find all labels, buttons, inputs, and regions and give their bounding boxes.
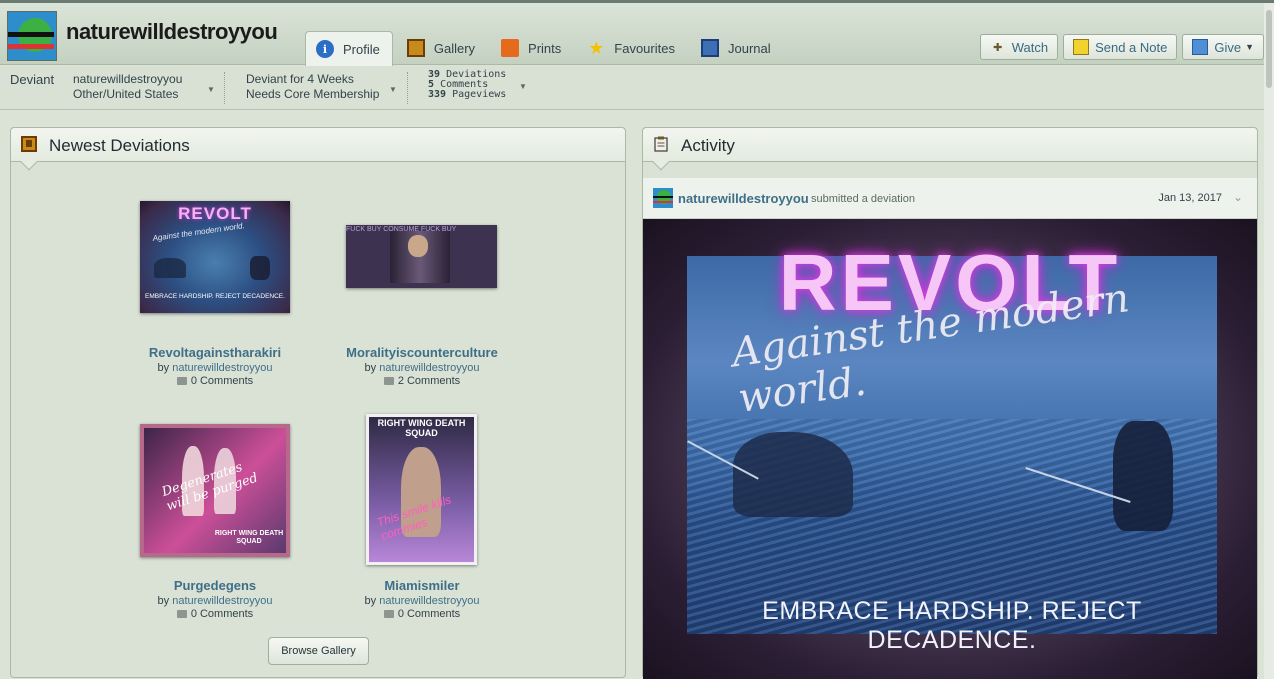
author-link[interactable]: naturewilldestroyyou: [172, 362, 272, 374]
scrollbar-thumb[interactable]: [1266, 10, 1272, 88]
identity-location: Other/United States: [73, 87, 179, 101]
tab-gallery[interactable]: Gallery: [397, 31, 487, 65]
watch-button[interactable]: ✚ Watch: [979, 34, 1059, 60]
deviation-title[interactable]: Miamismiler: [322, 578, 522, 593]
panel-header: Activity: [643, 128, 1257, 171]
author-link[interactable]: naturewilldestroyyou: [379, 595, 479, 607]
comment-count[interactable]: 0 Comments: [398, 608, 460, 620]
comment-count[interactable]: 0 Comments: [191, 608, 253, 620]
pageviews-count: 339: [428, 89, 447, 100]
profile-header: naturewilldestroyyou i Profile Gallery P…: [0, 3, 1274, 66]
deviation-thumbnail[interactable]: Degenerates will be purged RIGHT WING DE…: [140, 424, 290, 557]
info-icon: i: [316, 40, 334, 58]
activity-date: Jan 13, 2017: [1158, 192, 1222, 204]
author-link[interactable]: naturewilldestroyyou: [172, 595, 272, 607]
watch-icon: ✚: [993, 41, 1003, 54]
deviation-card: Purgedegens by naturewilldestroyyou 0 Co…: [115, 578, 315, 620]
deviation-preview-image[interactable]: REVOLT Against the modern world. EMBRACE…: [643, 219, 1257, 679]
chevron-down-icon[interactable]: ⌄: [1233, 190, 1243, 204]
deviation-card: Revoltagainstharakiri by naturewilldestr…: [115, 345, 315, 387]
user-identity-dropdown[interactable]: naturewilldestroyyou Other/United States…: [73, 72, 218, 102]
comment-icon: [176, 377, 187, 385]
comment-icon: [176, 610, 187, 618]
user-avatar[interactable]: [653, 188, 673, 208]
watch-label: Watch: [1011, 39, 1049, 55]
star-icon: ★: [588, 37, 605, 58]
tab-label: Prints: [528, 40, 562, 56]
tab-label: Profile: [343, 41, 380, 57]
deviation-card: Miamismiler by naturewilldestroyyou 0 Co…: [322, 578, 522, 620]
activity-action: submitted a deviation: [811, 193, 915, 205]
identity-name: naturewilldestroyyou: [73, 72, 183, 86]
browse-gallery-button[interactable]: Browse Gallery: [268, 637, 369, 665]
give-button[interactable]: Give ▼: [1182, 34, 1264, 60]
give-label: Give: [1214, 39, 1242, 55]
note-icon: [1073, 39, 1090, 55]
activity-username[interactable]: naturewilldestroyyou: [678, 191, 809, 206]
by-label: by: [364, 362, 377, 374]
by-label: by: [157, 595, 170, 607]
profile-info-bar: Deviant naturewilldestroyyou Other/Unite…: [0, 66, 1274, 110]
profile-username[interactable]: naturewilldestroyyou: [66, 19, 278, 45]
tab-profile[interactable]: i Profile: [305, 31, 393, 66]
deviation-thumbnail[interactable]: FUCK BUY CONSUME FUCK BUY: [346, 225, 497, 288]
panel-header: Newest Deviations: [11, 128, 625, 171]
membership-dropdown[interactable]: Deviant for 4 Weeks Needs Core Membershi…: [246, 72, 401, 102]
deviant-label: Deviant: [10, 72, 55, 87]
tab-prints[interactable]: Prints: [491, 31, 573, 65]
tab-label: Journal: [727, 40, 771, 56]
art-footer: RIGHT WING DEATH SQUAD: [214, 530, 284, 545]
deviation-title[interactable]: Purgedegens: [115, 578, 315, 593]
art-footer: EMBRACE HARDSHIP. REJECT DECADENCE.: [145, 293, 285, 300]
gallery-icon: [21, 136, 37, 152]
by-label: by: [157, 362, 170, 374]
deviation-title[interactable]: Revoltagainstharakiri: [115, 345, 315, 360]
prints-icon: [501, 39, 520, 57]
author-link[interactable]: naturewilldestroyyou: [379, 362, 479, 374]
gift-icon: [1192, 39, 1209, 55]
caret-down-icon: ▼: [389, 85, 397, 94]
deviation-card: Moralityiscounterculture by naturewillde…: [322, 345, 522, 387]
caret-down-icon: ▼: [207, 85, 215, 94]
panel-title: Newest Deviations: [49, 136, 190, 155]
tab-label: Gallery: [433, 40, 476, 56]
newest-deviations-panel: Newest Deviations: [10, 127, 626, 678]
profile-stats[interactable]: 39 Deviations 5 Comments 339 Pageviews: [428, 70, 506, 100]
page-scrollbar[interactable]: [1264, 3, 1274, 679]
journal-icon: [700, 39, 719, 57]
deviation-title[interactable]: Moralityiscounterculture: [322, 345, 522, 360]
art-footer: EMBRACE HARDSHIP. REJECT DECADENCE.: [762, 597, 1142, 654]
tab-favourites[interactable]: ★ Favourites: [577, 31, 687, 65]
clipboard-icon: [654, 136, 668, 152]
gallery-icon: [406, 39, 425, 57]
panel-title: Activity: [681, 136, 735, 155]
divider: [407, 72, 408, 104]
comment-icon: [383, 610, 394, 618]
user-avatar[interactable]: [7, 11, 57, 61]
divider: [224, 72, 225, 104]
profile-tabs: i Profile Gallery Prints ★ Favourites Jo…: [305, 31, 787, 66]
send-note-button[interactable]: Send a Note: [1063, 34, 1178, 60]
caret-down-icon: ▼: [1245, 42, 1254, 52]
tab-journal[interactable]: Journal: [691, 31, 783, 65]
comment-count[interactable]: 2 Comments: [398, 375, 460, 387]
tenure-text: Deviant for 4 Weeks: [246, 72, 354, 86]
by-label: by: [364, 595, 377, 607]
comment-icon: [383, 377, 394, 385]
deviation-thumbnail[interactable]: RIGHT WING DEATH SQUAD This smile kills …: [366, 414, 477, 565]
pageviews-label: Pageviews: [452, 89, 507, 100]
tab-label: Favourites: [614, 40, 675, 56]
profile-actions: ✚ Watch Send a Note Give ▼: [975, 34, 1264, 60]
art-headline: RIGHT WING DEATH SQUAD: [377, 418, 466, 438]
comment-count[interactable]: 0 Comments: [191, 375, 253, 387]
activity-item-header: naturewilldestroyyou submitted a deviati…: [643, 178, 1257, 219]
membership-text: Needs Core Membership: [246, 87, 380, 101]
deviation-thumbnail[interactable]: REVOLT Against the modern world. EMBRACE…: [140, 201, 290, 313]
note-label: Send a Note: [1095, 39, 1168, 55]
caret-down-icon[interactable]: ▼: [519, 82, 527, 91]
